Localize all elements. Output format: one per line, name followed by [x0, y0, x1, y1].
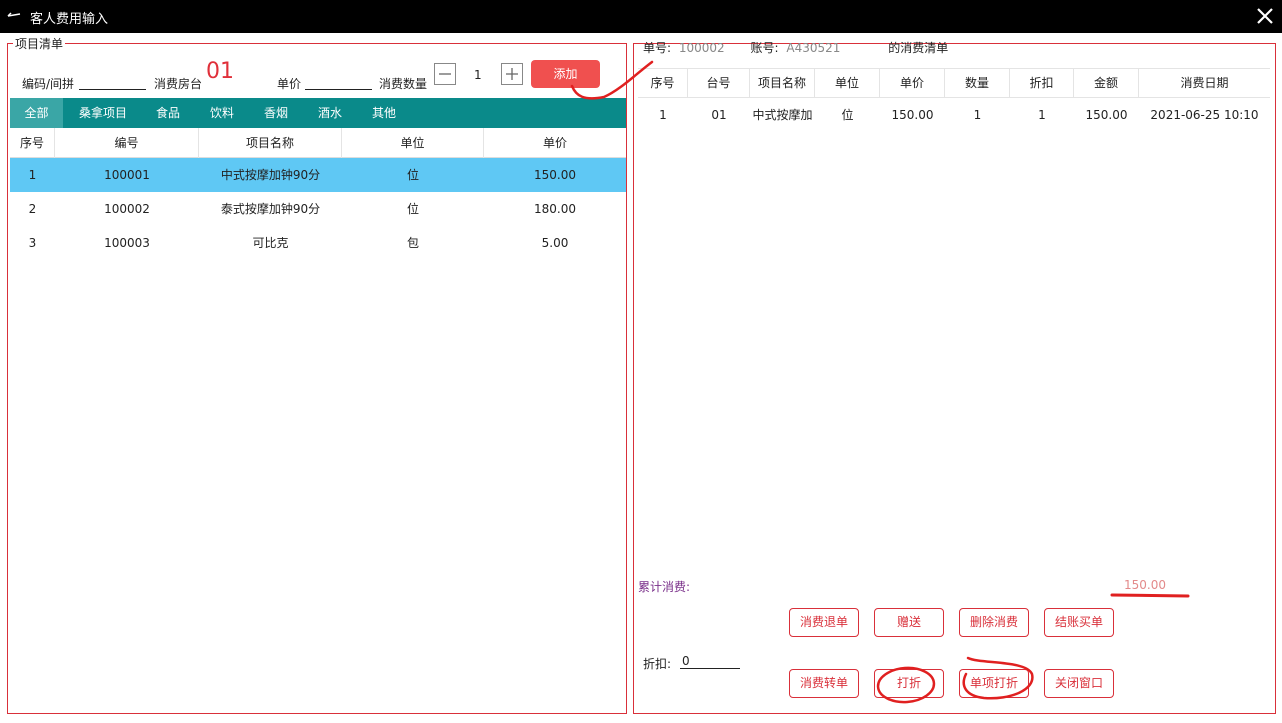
cell-code: 100001: [104, 168, 150, 182]
total-value: 150.00: [1124, 578, 1166, 592]
close-icon[interactable]: [1254, 5, 1276, 27]
item-discount-button[interactable]: 单项打折: [959, 669, 1029, 698]
table-row[interactable]: 1 01 中式按摩加 位 150.00 1 1 150.00 2021-06-2…: [638, 98, 1270, 132]
qty-value: 1: [474, 68, 482, 82]
tab-other[interactable]: 其他: [364, 98, 404, 128]
col-header-table: 台号: [688, 69, 750, 98]
discount-input[interactable]: 0: [680, 654, 740, 669]
cell-qty: 1: [973, 108, 982, 122]
discount-label: 折扣:: [643, 657, 672, 671]
category-tabs: 全部 桑拿项目 食品 饮料 香烟 酒水 其他: [10, 98, 626, 128]
checkout-button[interactable]: 结账买单: [1044, 608, 1114, 637]
qty-increment-button[interactable]: [501, 63, 523, 85]
refund-button[interactable]: 消费退单: [789, 608, 859, 637]
tab-liquor[interactable]: 酒水: [310, 98, 350, 128]
item-table-header: 序号 编号 项目名称 单位 单价: [10, 128, 626, 158]
cell-price: 180.00: [534, 202, 576, 216]
transfer-button[interactable]: 消费转单: [789, 669, 859, 698]
table-row[interactable]: 1 100001 中式按摩加钟90分 位 150.00: [10, 158, 626, 192]
col-header-amount: 金额: [1074, 69, 1139, 98]
back-arrow-icon[interactable]: [7, 8, 21, 22]
cell-unit: 位: [406, 168, 419, 182]
col-header-code: 编号: [55, 128, 199, 158]
col-header-name: 项目名称: [750, 69, 815, 98]
tab-cigarettes[interactable]: 香烟: [256, 98, 296, 128]
cell-name: 中式按摩加钟90分: [220, 168, 321, 182]
table-row[interactable]: 2 100002 泰式按摩加钟90分 位 180.00: [10, 192, 626, 226]
col-header-qty: 数量: [945, 69, 1010, 98]
qty-decrement-button[interactable]: [434, 63, 456, 85]
code-label: 编码/间拼: [22, 77, 75, 91]
item-list-panel: 项目清单 编码/间拼 消费房台 01 单价 消费数量 1 添加 全部 桑拿项目 …: [7, 35, 627, 714]
price-input[interactable]: [305, 89, 372, 90]
code-input[interactable]: [79, 89, 146, 90]
cell-price: 5.00: [541, 236, 569, 250]
add-button[interactable]: 添加: [531, 60, 600, 88]
cell-unit: 位: [841, 108, 854, 122]
close-window-button[interactable]: 关闭窗口: [1044, 669, 1114, 698]
cell-discount: 1: [1038, 108, 1046, 122]
cell-index: 1: [659, 108, 667, 122]
list-title: 的消费清单: [888, 41, 949, 55]
tab-drinks[interactable]: 饮料: [202, 98, 242, 128]
table-row[interactable]: 3 100003 可比克 包 5.00: [10, 226, 626, 260]
col-header-unit: 单位: [815, 69, 880, 98]
cell-price: 150.00: [534, 168, 576, 182]
tab-all[interactable]: 全部: [10, 98, 63, 128]
cell-name: 可比克: [252, 236, 289, 250]
cell-price: 150.00: [891, 108, 934, 122]
consumption-table-header: 序号 台号 项目名称 单位 单价 数量 折扣 金额 消费日期: [638, 68, 1270, 98]
discount-button[interactable]: 打折: [874, 669, 944, 698]
cell-name: 泰式按摩加钟90分: [220, 202, 321, 216]
qty-label: 消费数量: [379, 77, 428, 91]
input-row: 编码/间拼 消费房台 01 单价 消费数量 1 添加: [8, 44, 626, 96]
cell-code: 100003: [104, 236, 150, 250]
minus-icon: [439, 73, 451, 75]
col-header-index: 序号: [10, 128, 55, 158]
title-bar: 客人费用输入: [0, 0, 1282, 33]
total-label: 累计消费:: [638, 580, 691, 594]
cell-unit: 包: [406, 236, 419, 250]
col-header-discount: 折扣: [1010, 69, 1074, 98]
plus-icon: [506, 68, 518, 80]
cell-amount: 150.00: [1085, 108, 1128, 122]
col-header-index: 序号: [638, 69, 688, 98]
col-header-unit: 单位: [342, 128, 484, 158]
room-label: 消费房台: [154, 77, 203, 91]
cell-unit: 位: [406, 202, 419, 216]
cell-index: 3: [28, 236, 37, 250]
account-label: 账号:: [750, 41, 779, 55]
col-header-name: 项目名称: [199, 128, 342, 158]
col-header-date: 消费日期: [1180, 76, 1229, 90]
cell-date: 2021-06-25 10:10: [1150, 108, 1259, 122]
cell-code: 100002: [104, 202, 150, 216]
room-number: 01: [206, 59, 234, 84]
tab-sauna[interactable]: 桑拿项目: [68, 98, 138, 128]
cell-index: 2: [28, 202, 37, 216]
consumption-panel: 单号: 100002 账号: A430521 的消费清单 序号 台号 项目名称 …: [633, 41, 1276, 714]
cell-table: 01: [711, 108, 727, 122]
bill-header: 单号: 100002 账号: A430521 的消费清单: [643, 39, 948, 56]
bill-no-value: 100002: [678, 41, 725, 55]
cell-name: 中式按摩加: [752, 108, 813, 122]
cell-index: 1: [28, 168, 37, 182]
window-title: 客人费用输入: [30, 12, 109, 27]
col-header-price: 单价: [542, 136, 567, 150]
col-header-price: 单价: [880, 69, 945, 98]
bill-no-label: 单号:: [643, 41, 672, 55]
account-value: A430521: [786, 41, 841, 55]
delete-consumption-button[interactable]: 删除消费: [959, 608, 1029, 637]
gift-button[interactable]: 赠送: [874, 608, 944, 637]
tab-food[interactable]: 食品: [148, 98, 188, 128]
price-label: 单价: [277, 77, 302, 91]
